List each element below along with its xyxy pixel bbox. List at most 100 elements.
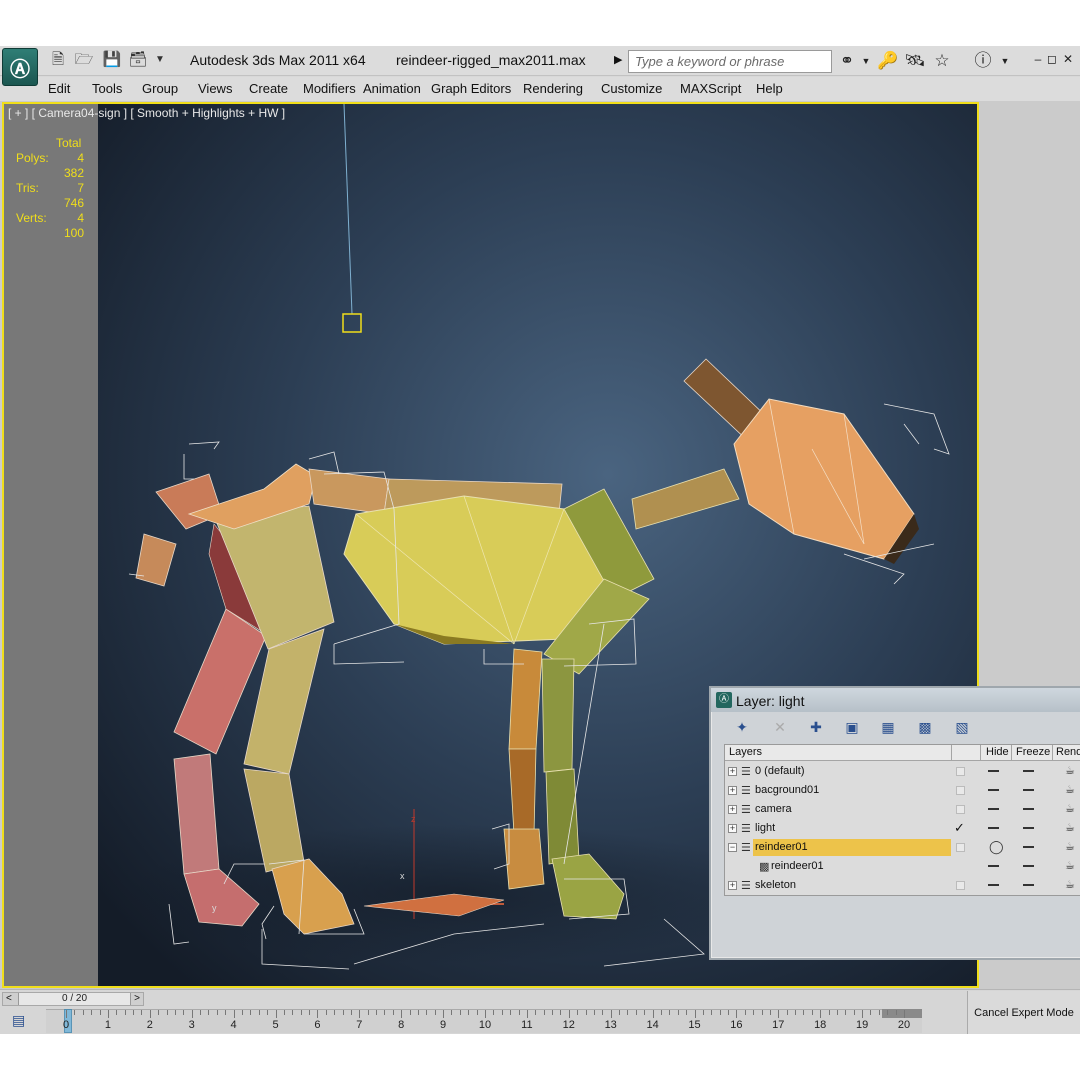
column-freeze[interactable]: Freeze xyxy=(1016,746,1050,758)
column-render[interactable]: Render xyxy=(1056,746,1080,758)
layer-row-skeleton[interactable]: + ☰ skeleton ☕ xyxy=(725,876,1080,895)
layer-row-reindeer01[interactable]: − ☰ reindeer01 ◯ ☕ xyxy=(725,838,1080,857)
save-icon[interactable]: 💾 xyxy=(102,51,122,69)
viewport-label[interactable]: [ + ] [ Camera04-sign ] [ Smooth + Highl… xyxy=(8,106,285,120)
layer-dialog-titlebar[interactable]: Ⓐ Layer: light xyxy=(711,688,1080,712)
current-layer-checkbox[interactable] xyxy=(956,881,965,890)
column-hide[interactable]: Hide xyxy=(986,746,1009,758)
expand-icon[interactable]: + xyxy=(728,881,737,890)
menu-graph-editors[interactable]: Graph Editors xyxy=(431,81,511,96)
render-teapot-icon[interactable]: ☕ xyxy=(1065,859,1075,872)
layer-row-bacground01[interactable]: + ☰ bacground01 ☕ xyxy=(725,781,1080,800)
minimize-icon[interactable]: – xyxy=(1032,52,1044,66)
select-highlighted-icon[interactable]: ▣ xyxy=(843,718,861,736)
track-bar-minor-tick xyxy=(384,1010,386,1015)
satellite-icon[interactable]: 🛰 xyxy=(904,50,926,72)
highlight-selected-icon[interactable]: ▦ xyxy=(879,718,897,736)
open-folder-icon[interactable]: 🗁 xyxy=(74,51,94,69)
previous-frame-button[interactable]: < xyxy=(6,993,12,1005)
current-layer-checkmark-icon[interactable]: ✓ xyxy=(954,820,965,836)
collapse-icon[interactable]: − xyxy=(728,843,737,852)
menu-edit[interactable]: Edit xyxy=(48,81,70,96)
render-teapot-icon[interactable]: ☕ xyxy=(1065,840,1075,853)
project-folder-icon[interactable]: 🗃 xyxy=(128,51,148,69)
layer-name-cell[interactable]: 0 (default) xyxy=(753,763,951,780)
star-icon[interactable]: ☆ xyxy=(931,50,953,72)
menu-group[interactable]: Group xyxy=(142,81,178,96)
layer-row-camera[interactable]: + ☰ camera ☕ xyxy=(725,800,1080,819)
hide-toggle[interactable] xyxy=(988,865,999,867)
expand-icon[interactable]: + xyxy=(728,767,737,776)
render-teapot-icon[interactable]: ☕ xyxy=(1065,821,1075,834)
add-to-layer-icon[interactable]: ✚ xyxy=(807,718,825,736)
freeze-toggle[interactable] xyxy=(1023,770,1034,772)
new-file-icon[interactable]: 🗎 xyxy=(48,51,68,69)
render-teapot-icon[interactable]: ☕ xyxy=(1065,764,1075,777)
app-logo-icon[interactable]: Ⓐ xyxy=(2,48,38,86)
freeze-all-layers-icon[interactable]: ▧ xyxy=(953,718,971,736)
menu-views[interactable]: Views xyxy=(198,81,232,96)
help-dropdown-icon[interactable]: ▼ xyxy=(994,50,1016,72)
layer-manager-icon[interactable]: ▤ xyxy=(12,1012,25,1029)
menu-maxscript[interactable]: MAXScript xyxy=(680,81,741,96)
menu-create[interactable]: Create xyxy=(249,81,288,96)
help-icon[interactable]: ⓘ xyxy=(972,50,994,72)
expand-icon[interactable]: + xyxy=(728,824,737,833)
current-layer-checkbox[interactable] xyxy=(956,767,965,776)
freeze-toggle[interactable] xyxy=(1023,827,1034,829)
render-teapot-icon[interactable]: ☕ xyxy=(1065,878,1075,891)
hide-toggle[interactable] xyxy=(988,770,999,772)
object-name-cell[interactable]: reindeer01 xyxy=(769,858,951,875)
search-options-arrow-icon[interactable]: ▼ xyxy=(855,50,877,72)
menu-rendering[interactable]: Rendering xyxy=(523,81,583,96)
menu-customize[interactable]: Customize xyxy=(601,81,662,96)
menu-modifiers[interactable]: Modifiers xyxy=(303,81,356,96)
freeze-toggle[interactable] xyxy=(1023,846,1034,848)
hide-all-layers-icon[interactable]: ▩ xyxy=(916,718,934,736)
dropdown-arrow-icon[interactable]: ▼ xyxy=(150,51,170,69)
time-slider-thumb[interactable]: 0 / 20 xyxy=(18,993,131,1005)
menu-tools[interactable]: Tools xyxy=(92,81,122,96)
hide-toggle[interactable] xyxy=(988,827,999,829)
search-input[interactable] xyxy=(628,50,832,73)
menu-animation[interactable]: Animation xyxy=(363,81,421,96)
render-teapot-icon[interactable]: ☕ xyxy=(1065,802,1075,815)
render-teapot-icon[interactable]: ☕ xyxy=(1065,783,1075,796)
layer-name-cell[interactable]: bacground01 xyxy=(753,782,951,799)
menu-help[interactable]: Help xyxy=(756,81,783,96)
search-expand-icon[interactable]: ▶ xyxy=(614,53,622,66)
layer-name-cell[interactable]: camera xyxy=(753,801,951,818)
layer-row-reindeer01-object[interactable]: ▩ reindeer01 ☕ xyxy=(725,857,1080,876)
maximize-icon[interactable]: ◻ xyxy=(1046,52,1058,66)
stats-polys-value: 4 382 xyxy=(63,151,84,180)
freeze-toggle[interactable] xyxy=(1023,789,1034,791)
freeze-toggle[interactable] xyxy=(1023,884,1034,886)
next-frame-button[interactable]: > xyxy=(134,993,140,1005)
layer-name: light xyxy=(755,822,776,834)
current-layer-checkbox[interactable] xyxy=(956,805,965,814)
layer-row-default[interactable]: + ☰ 0 (default) ☕ xyxy=(725,762,1080,781)
cancel-expert-mode-button[interactable]: Cancel Expert Mode xyxy=(967,991,1080,1034)
delete-layer-icon[interactable]: ✕ xyxy=(771,718,789,736)
freeze-toggle[interactable] xyxy=(1023,808,1034,810)
current-layer-checkbox[interactable] xyxy=(956,843,965,852)
expand-icon[interactable]: + xyxy=(728,786,737,795)
hide-toggle[interactable] xyxy=(988,808,999,810)
light-bulb-icon[interactable]: ◯ xyxy=(989,839,1004,855)
create-layer-icon[interactable]: ✦ xyxy=(733,718,751,736)
track-bar[interactable]: 0 1 2 3 4 5 6 7 8 9 10 11 12 13 14 15 16 17 18 19 20 xyxy=(46,1009,922,1033)
layer-name-cell[interactable]: skeleton xyxy=(753,877,951,894)
layer-name-cell[interactable]: reindeer01 xyxy=(753,839,951,856)
hide-toggle[interactable] xyxy=(988,789,999,791)
hide-toggle[interactable] xyxy=(988,884,999,886)
close-icon[interactable]: ✕ xyxy=(1062,52,1074,66)
column-layers[interactable]: Layers xyxy=(729,746,762,758)
time-slider-track[interactable]: < 0 / 20 > xyxy=(2,992,144,1006)
freeze-toggle[interactable] xyxy=(1023,865,1034,867)
layer-row-light[interactable]: + ☰ light ✓ ☕ xyxy=(725,819,1080,838)
key-icon[interactable]: 🔑 xyxy=(877,50,899,72)
layer-manager-dialog[interactable]: Ⓐ Layer: light ✦ ✕ ✚ ▣ ▦ ▩ ▧ Layers Hide… xyxy=(709,686,1080,960)
layer-name-cell[interactable]: light xyxy=(753,820,951,837)
expand-icon[interactable]: + xyxy=(728,805,737,814)
current-layer-checkbox[interactable] xyxy=(956,786,965,795)
